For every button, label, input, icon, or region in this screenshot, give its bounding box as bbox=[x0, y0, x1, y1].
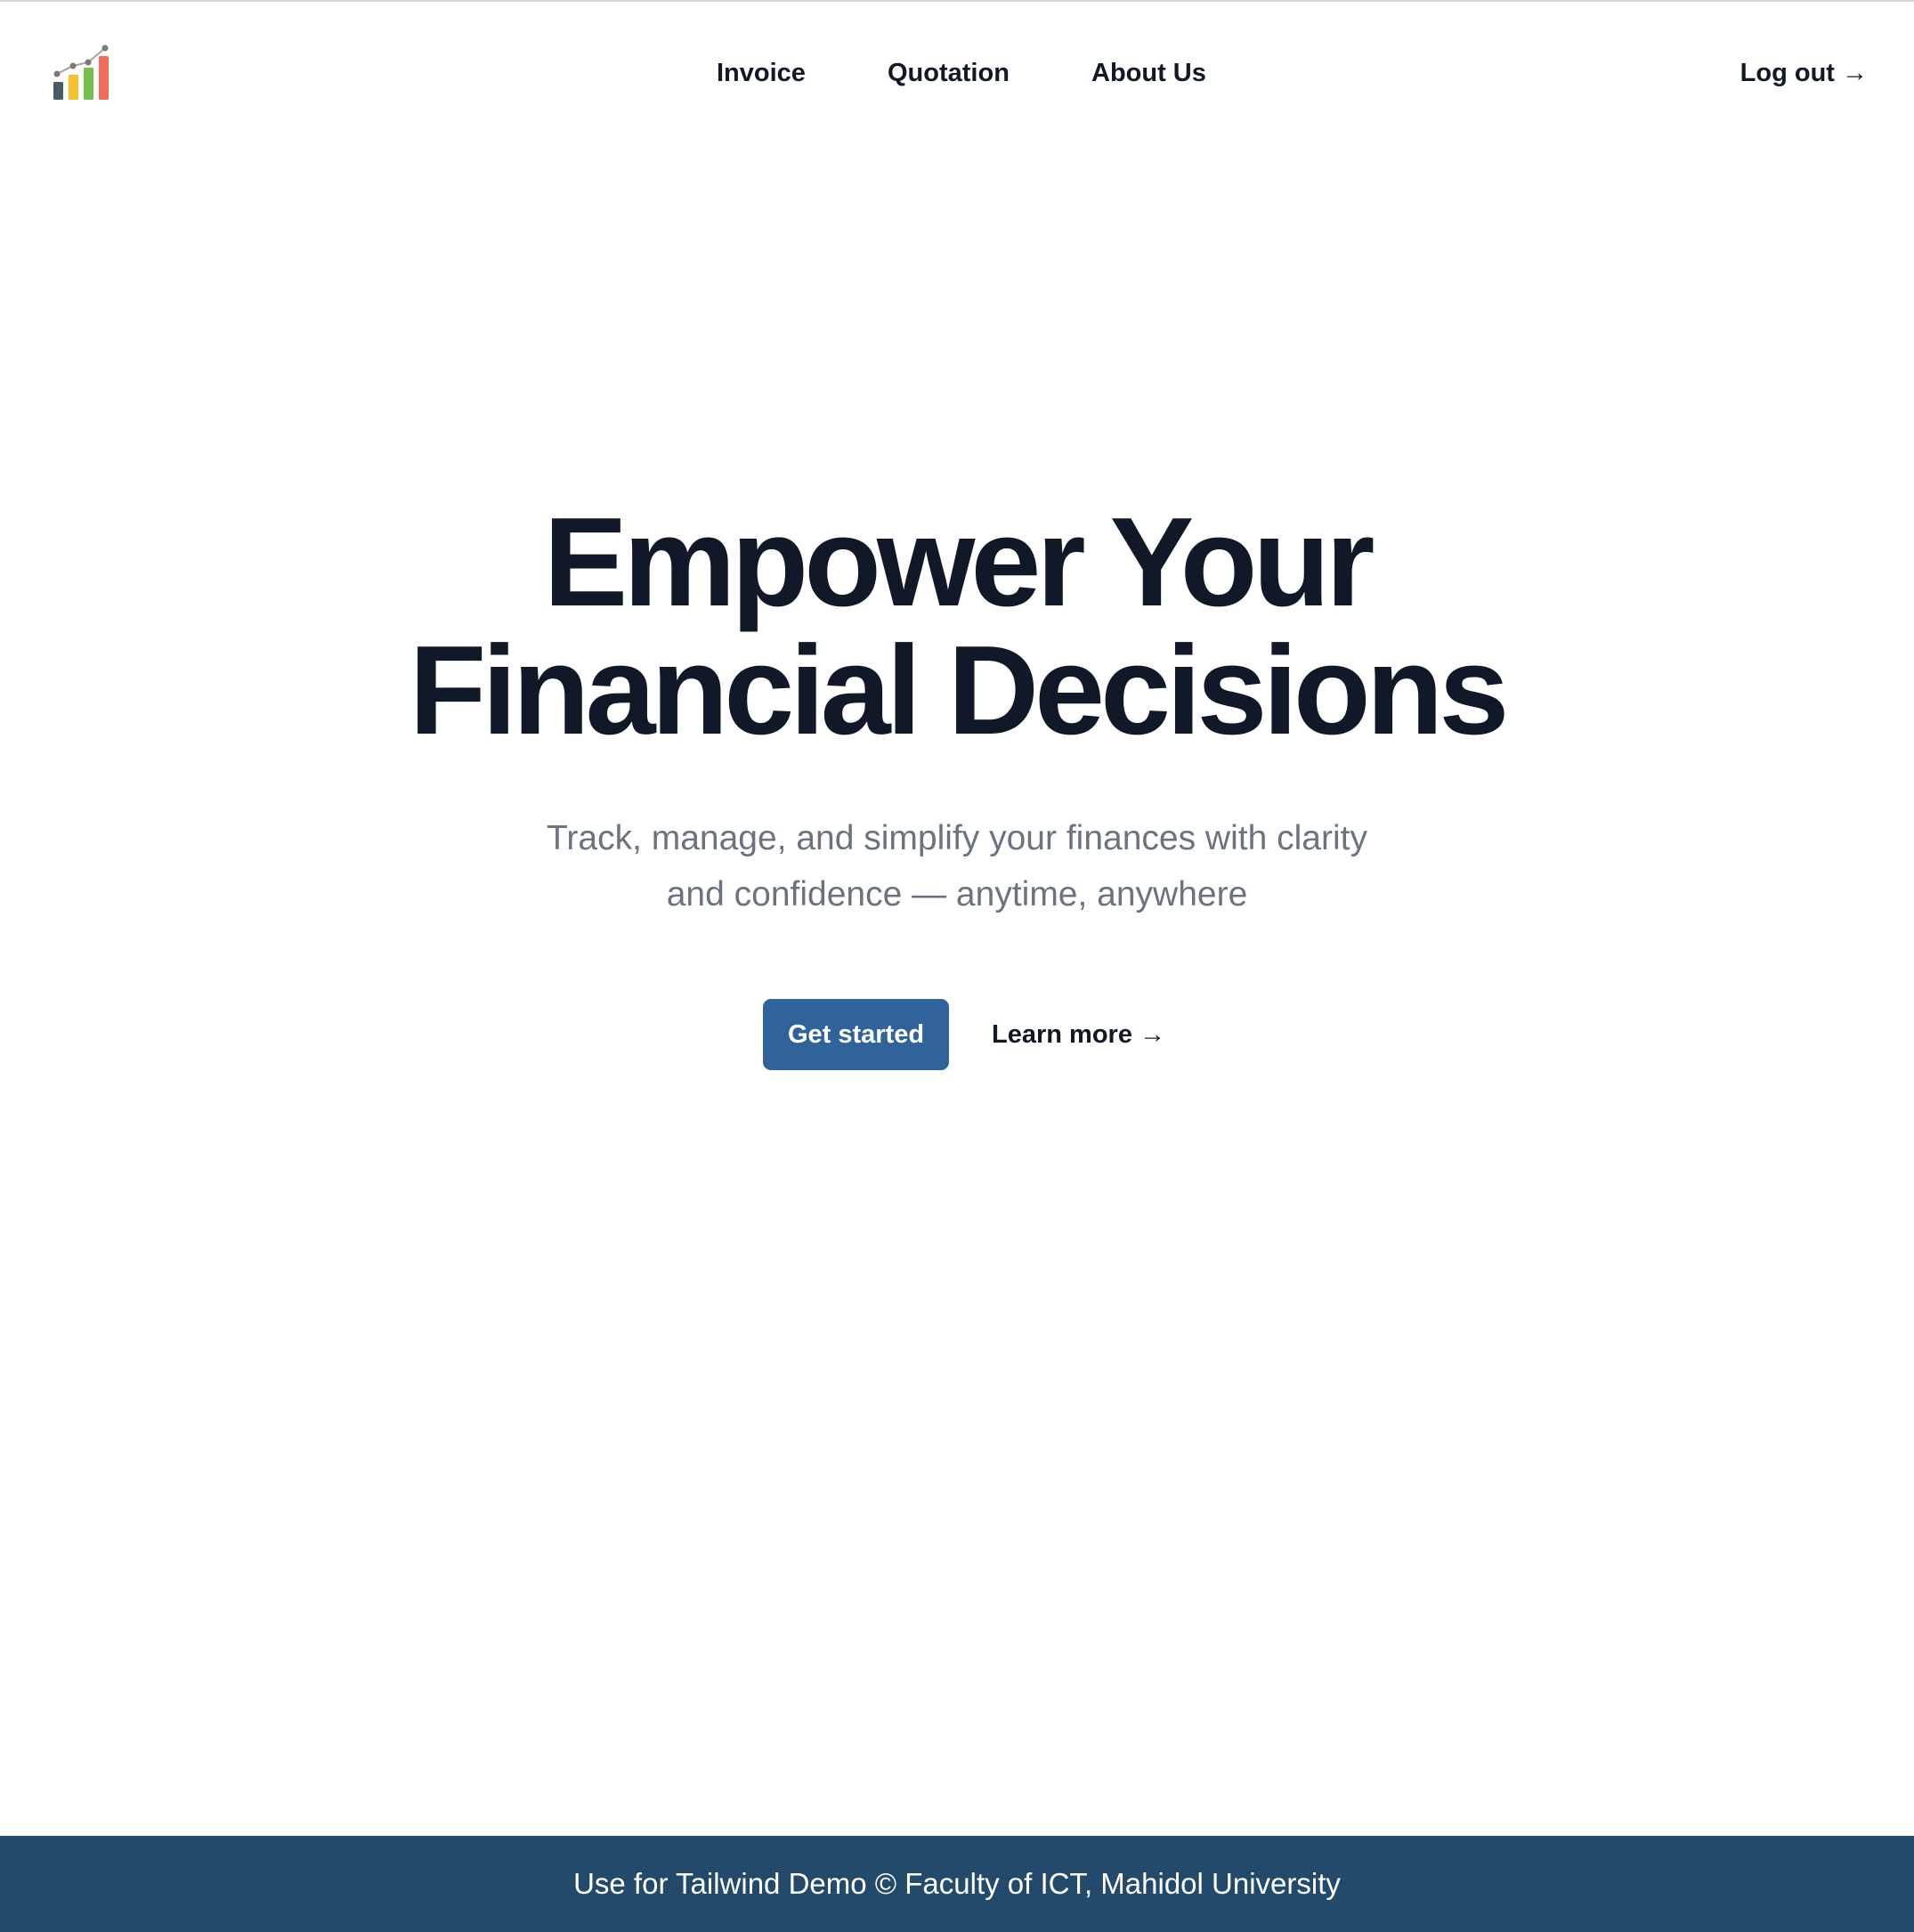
get-started-button[interactable]: Get started bbox=[763, 999, 949, 1070]
hero-subtitle: Track, manage, and simplify your finance… bbox=[503, 810, 1411, 922]
hero-subtitle-line-2: and confidence — anytime, anywhere bbox=[666, 875, 1248, 913]
main-nav: Invoice Quotation About Us bbox=[0, 53, 1914, 93]
nav-link-about-us[interactable]: About Us bbox=[1091, 53, 1206, 93]
footer-text: Use for Tailwind Demo © Faculty of ICT, … bbox=[573, 1867, 1341, 1900]
nav-link-quotation[interactable]: Quotation bbox=[888, 53, 1010, 93]
hero: Empower Your Financial Decisions Track, … bbox=[0, 499, 1914, 922]
logout-link[interactable]: Log out → bbox=[1740, 53, 1868, 93]
cta-row: Get started Learn more → bbox=[0, 999, 1914, 1070]
hero-subtitle-line-1: Track, manage, and simplify your finance… bbox=[547, 819, 1367, 857]
site-footer: Use for Tailwind Demo © Faculty of ICT, … bbox=[0, 1836, 1914, 1932]
learn-more-link[interactable]: Learn more → bbox=[992, 999, 1165, 1070]
site-header: Invoice Quotation About Us Log out → bbox=[0, 2, 1914, 144]
hero-title-line-1: Empower Your bbox=[543, 491, 1375, 633]
nav-link-invoice[interactable]: Invoice bbox=[717, 53, 806, 93]
hero-title-line-2: Financial Decisions bbox=[409, 620, 1510, 761]
hero-title: Empower Your Financial Decisions bbox=[334, 499, 1580, 755]
